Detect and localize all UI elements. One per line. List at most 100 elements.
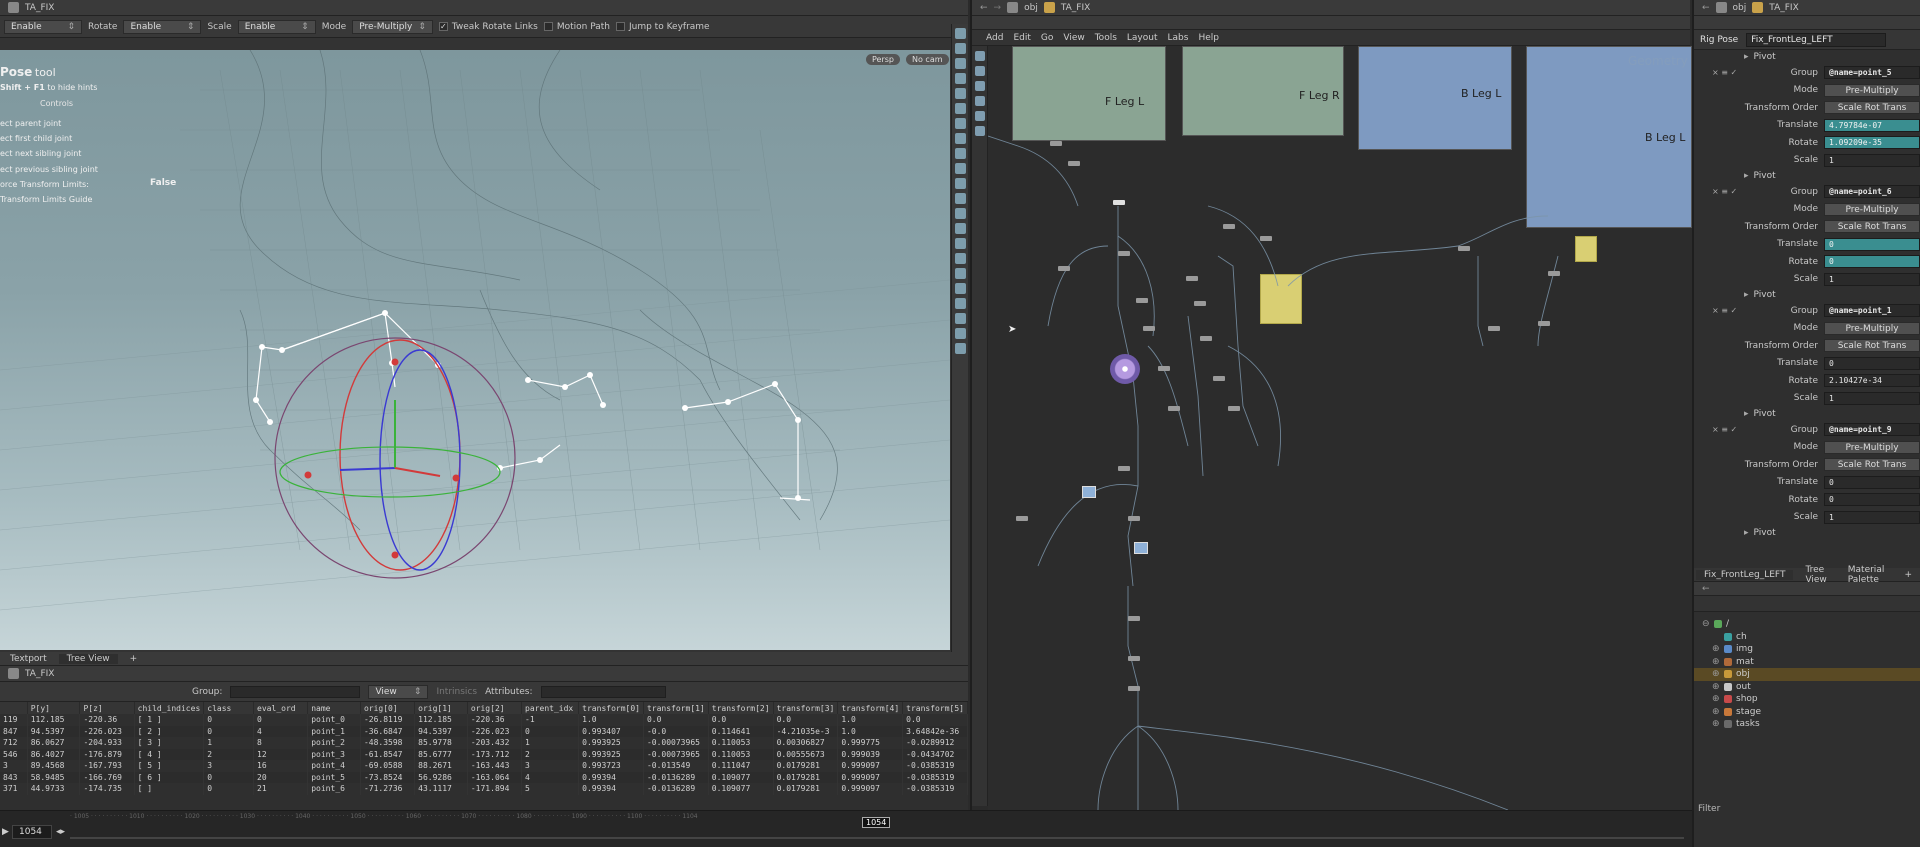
menu-add[interactable]: Add xyxy=(986,33,1003,43)
col-header[interactable]: eval_ord xyxy=(253,702,309,714)
multiparm-controls[interactable]: × ≡ ✓ xyxy=(1712,68,1737,77)
network-node[interactable] xyxy=(1548,271,1560,276)
play-icon[interactable]: ▶ xyxy=(2,827,9,837)
3d-viewport[interactable]: Pose tool Shift + F1 to hide hints Contr… xyxy=(0,50,950,650)
param-order-field[interactable]: Scale Rot Trans xyxy=(1824,101,1920,115)
current-frame-field[interactable]: 1054 xyxy=(12,825,52,839)
file-node-icon[interactable] xyxy=(1082,486,1096,498)
number-icon[interactable] xyxy=(955,193,966,204)
col-header[interactable]: orig[1] xyxy=(414,702,468,714)
tab-tree-view[interactable]: Tree View xyxy=(1797,565,1835,585)
tool-icon[interactable] xyxy=(975,51,985,61)
display-icon[interactable] xyxy=(955,268,966,279)
param-rotate-field[interactable]: 0 xyxy=(1824,493,1920,507)
light-icon[interactable] xyxy=(955,103,966,114)
network-path-icon[interactable] xyxy=(8,668,19,679)
param-rotate-field[interactable]: 1.09209e-35 xyxy=(1824,136,1920,150)
tree-item[interactable]: ⊕ obj xyxy=(1694,668,1920,681)
snap-icon[interactable] xyxy=(955,133,966,144)
expand-icon[interactable]: ⊕ xyxy=(1712,657,1720,667)
network-node[interactable] xyxy=(1050,141,1062,146)
jump-keyframe-toggle[interactable]: Jump to Keyframe xyxy=(615,22,710,32)
network-node[interactable] xyxy=(1228,406,1240,411)
tab-textport[interactable]: Textport xyxy=(2,654,55,664)
network-node[interactable] xyxy=(1538,321,1550,326)
tree-item[interactable]: ch xyxy=(1694,631,1920,644)
param-order-field[interactable]: Scale Rot Trans xyxy=(1824,458,1920,472)
menu-tools[interactable]: Tools xyxy=(1095,33,1117,43)
display-icon[interactable] xyxy=(955,238,966,249)
col-header[interactable]: parent_idx xyxy=(521,702,580,714)
network-node[interactable] xyxy=(1068,161,1080,166)
network-node[interactable] xyxy=(1213,376,1225,381)
menu-go[interactable]: Go xyxy=(1041,33,1053,43)
col-header[interactable] xyxy=(0,702,28,714)
tree-item[interactable]: ⊕ tasks xyxy=(1694,718,1920,731)
tree-item[interactable]: ⊕ out xyxy=(1694,681,1920,694)
expand-icon[interactable]: ⊖ xyxy=(1702,619,1710,629)
back-arrow-icon[interactable]: ← xyxy=(980,3,988,13)
table-row[interactable]: 847 94.5397 -226.023[ 2 ] 0 4 point_1 -36.6847… xyxy=(0,725,968,737)
param-translate-field[interactable]: 0 xyxy=(1824,475,1920,489)
menu-labs[interactable]: Labs xyxy=(1168,33,1189,43)
network-node[interactable] xyxy=(1186,276,1198,281)
param-group-field[interactable]: @name=point_5 xyxy=(1824,66,1920,80)
col-header[interactable]: orig[2] xyxy=(467,702,523,714)
network-path-obj[interactable]: obj xyxy=(1024,3,1038,13)
col-header[interactable]: transform[5] xyxy=(902,702,968,714)
col-header[interactable]: transform[3] xyxy=(773,702,839,714)
network-node[interactable] xyxy=(1168,406,1180,411)
param-mode-field[interactable]: Pre-Multiply xyxy=(1824,321,1920,335)
expand-icon[interactable]: ⊕ xyxy=(1712,669,1720,679)
network-node[interactable] xyxy=(1128,616,1140,621)
network-node[interactable] xyxy=(1488,326,1500,331)
network-node[interactable] xyxy=(1158,366,1170,371)
display-icon[interactable] xyxy=(955,223,966,234)
network-node[interactable] xyxy=(1113,200,1125,205)
menu-help[interactable]: Help xyxy=(1198,33,1219,43)
display-icon[interactable] xyxy=(955,313,966,324)
translate-dropdown[interactable]: Enable xyxy=(4,19,82,34)
ghost-icon[interactable] xyxy=(955,58,966,69)
tool-icon[interactable] xyxy=(975,66,985,76)
param-order-field[interactable]: Scale Rot Trans xyxy=(1824,220,1920,234)
param-mode-field[interactable]: Pre-Multiply xyxy=(1824,83,1920,97)
menu-edit[interactable]: Edit xyxy=(1013,33,1030,43)
timeline-track[interactable] xyxy=(70,837,1684,839)
rotate-dropdown[interactable]: Enable xyxy=(123,19,202,34)
view-dropdown[interactable]: View xyxy=(368,684,429,699)
network-node[interactable] xyxy=(1118,466,1130,471)
camera-icon[interactable] xyxy=(955,208,966,219)
param-group-field[interactable]: @name=point_9 xyxy=(1824,423,1920,437)
mode-dropdown[interactable]: Pre-Multiply xyxy=(352,19,433,34)
network-node[interactable] xyxy=(1016,516,1028,521)
tab-tree-view[interactable]: Tree View xyxy=(58,653,118,664)
display-icon[interactable] xyxy=(955,253,966,264)
multiparm-controls[interactable]: × ≡ ✓ xyxy=(1712,306,1737,315)
timeline-cursor[interactable]: 1054 xyxy=(862,817,891,828)
perspective-menu[interactable]: Persp xyxy=(866,54,900,65)
table-row[interactable]: 119 112.185 -220.36[ 1 ] 0 0 point_0 -26.8119 1… xyxy=(0,714,968,726)
col-header[interactable]: transform[4] xyxy=(837,702,904,714)
expand-icon[interactable]: ⊕ xyxy=(1712,719,1720,729)
step-icon[interactable]: ◂▸ xyxy=(56,827,65,837)
network-node[interactable] xyxy=(1128,686,1140,691)
back-arrow-icon[interactable]: ← xyxy=(1702,3,1710,13)
tool-icon[interactable] xyxy=(975,96,985,106)
forward-arrow-icon[interactable]: → xyxy=(994,3,1002,13)
display-icon[interactable] xyxy=(955,283,966,294)
col-header[interactable]: transform[1] xyxy=(643,702,709,714)
camera-menu[interactable]: No cam xyxy=(906,54,949,65)
param-rotate-field[interactable]: 0 xyxy=(1824,255,1920,269)
network-node[interactable] xyxy=(1118,251,1130,256)
param-mode-field[interactable]: Pre-Multiply xyxy=(1824,202,1920,216)
attributes-field[interactable] xyxy=(540,685,666,698)
back-arrow-icon[interactable]: ← xyxy=(1702,584,1710,594)
expand-icon[interactable]: ⊕ xyxy=(1712,644,1720,654)
table-row[interactable]: 3 89.4568 -167.793[ 5 ] 3 16 point_4 -69.0588 8… xyxy=(0,760,968,772)
pivot-folder-header[interactable]: ▸ Pivot xyxy=(1694,169,1920,183)
table-row[interactable]: 546 86.4027 -176.879[ 4 ] 2 12 point_3 -61.854… xyxy=(0,748,968,760)
col-header[interactable]: name xyxy=(307,702,361,714)
network-node[interactable] xyxy=(1200,336,1212,341)
lock-icon[interactable] xyxy=(955,43,966,54)
